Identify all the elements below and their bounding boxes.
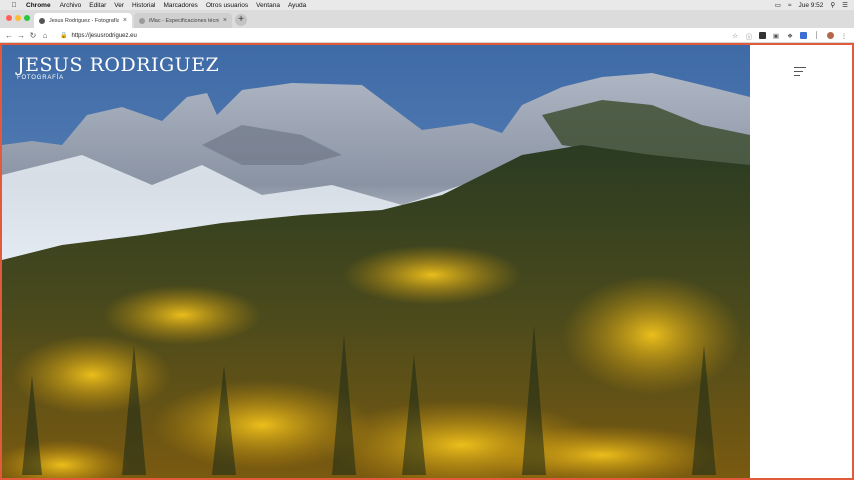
mountain-landscape-image xyxy=(2,45,750,478)
apple-icon[interactable]:  xyxy=(10,2,18,9)
more-menu-icon[interactable]: ⋮ xyxy=(840,32,848,40)
site-title[interactable]: JESUS RODRIGUEZ xyxy=(17,55,219,75)
cast-icon[interactable]: ▣ xyxy=(772,32,780,40)
bookmark-star-icon[interactable]: ☆ xyxy=(731,32,739,40)
menu-marcadores[interactable]: Marcadores xyxy=(163,2,197,9)
home-icon[interactable]: ⌂ xyxy=(39,31,51,40)
hero-photo: JESUS RODRIGUEZ FOTOGRAFÍA xyxy=(2,45,750,478)
apple-favicon-icon xyxy=(139,17,145,24)
notification-center-icon[interactable]: ☰ xyxy=(842,1,848,9)
menu-editar[interactable]: Editar xyxy=(89,2,106,9)
back-arrow-icon[interactable]: ← xyxy=(3,31,15,40)
page-viewport: JESUS RODRIGUEZ FOTOGRAFÍA xyxy=(0,43,854,480)
menu-archivo[interactable]: Archivo xyxy=(60,2,82,9)
tab-jesus-rodriguez[interactable]: Jesus Rodriguez - Fotografía de × xyxy=(34,13,132,28)
menu-app-name[interactable]: Chrome xyxy=(26,2,51,9)
forward-arrow-icon[interactable]: → xyxy=(15,31,27,40)
tab-label: iMac - Especificaciones técnica xyxy=(149,17,219,24)
wifi-icon[interactable]: ≈ xyxy=(788,2,792,9)
extension-blue-icon[interactable] xyxy=(800,32,807,39)
hamburger-menu-icon[interactable] xyxy=(794,67,808,77)
menu-ver[interactable]: Ver xyxy=(114,2,124,9)
window-minimize-button[interactable] xyxy=(15,15,21,21)
menu-ayuda[interactable]: Ayuda xyxy=(288,2,306,9)
airplay-icon[interactable]: ▭ xyxy=(775,1,781,9)
site-favicon-icon xyxy=(39,17,45,24)
menu-ventana[interactable]: Ventana xyxy=(256,2,280,9)
window-zoom-button[interactable] xyxy=(24,15,30,21)
menu-historial[interactable]: Historial xyxy=(132,2,155,9)
window-close-button[interactable] xyxy=(6,15,12,21)
menu-bar-status: ▭ ≈ Jue 9:52 ⚲ ☰ xyxy=(775,0,848,10)
divider-icon: │ xyxy=(814,32,820,39)
site-logo[interactable]: JESUS RODRIGUEZ FOTOGRAFÍA xyxy=(17,55,219,81)
tab-strip: Jesus Rodriguez - Fotografía de × iMac -… xyxy=(0,10,854,28)
tab-close-icon[interactable]: × xyxy=(223,17,227,24)
tab-label: Jesus Rodriguez - Fotografía de xyxy=(49,17,119,24)
extension-puzzle-icon[interactable]: ❖ xyxy=(786,32,794,40)
tab-imac-specs[interactable]: iMac - Especificaciones técnica × xyxy=(134,13,232,28)
extension-icon[interactable] xyxy=(759,32,766,39)
macos-menu-bar:  Chrome Archivo Editar Ver Historial Ma… xyxy=(0,0,854,10)
spotlight-search-icon[interactable]: ⚲ xyxy=(830,1,835,9)
browser-toolbar: ← → ↻ ⌂ 🔒 https://jesusrodriguez.eu ☆ ⓘ … xyxy=(0,28,854,43)
reload-icon[interactable]: ↻ xyxy=(27,31,39,40)
menu-otros-usuarios[interactable]: Otros usuarios xyxy=(206,2,248,9)
address-bar[interactable]: 🔒 https://jesusrodriguez.eu xyxy=(60,30,750,41)
toolbar-actions: ☆ ⓘ ▣ ❖ │ ⋮ xyxy=(731,28,848,43)
profile-avatar-icon[interactable] xyxy=(827,32,834,39)
lock-icon[interactable]: 🔒 xyxy=(60,32,67,39)
extension-info-icon[interactable]: ⓘ xyxy=(745,31,753,41)
url-text[interactable]: https://jesusrodriguez.eu xyxy=(71,33,136,39)
clock[interactable]: Jue 9:52 xyxy=(798,2,823,9)
tab-close-icon[interactable]: × xyxy=(123,17,127,24)
new-tab-button[interactable]: + xyxy=(235,14,247,26)
side-panel xyxy=(750,45,852,478)
